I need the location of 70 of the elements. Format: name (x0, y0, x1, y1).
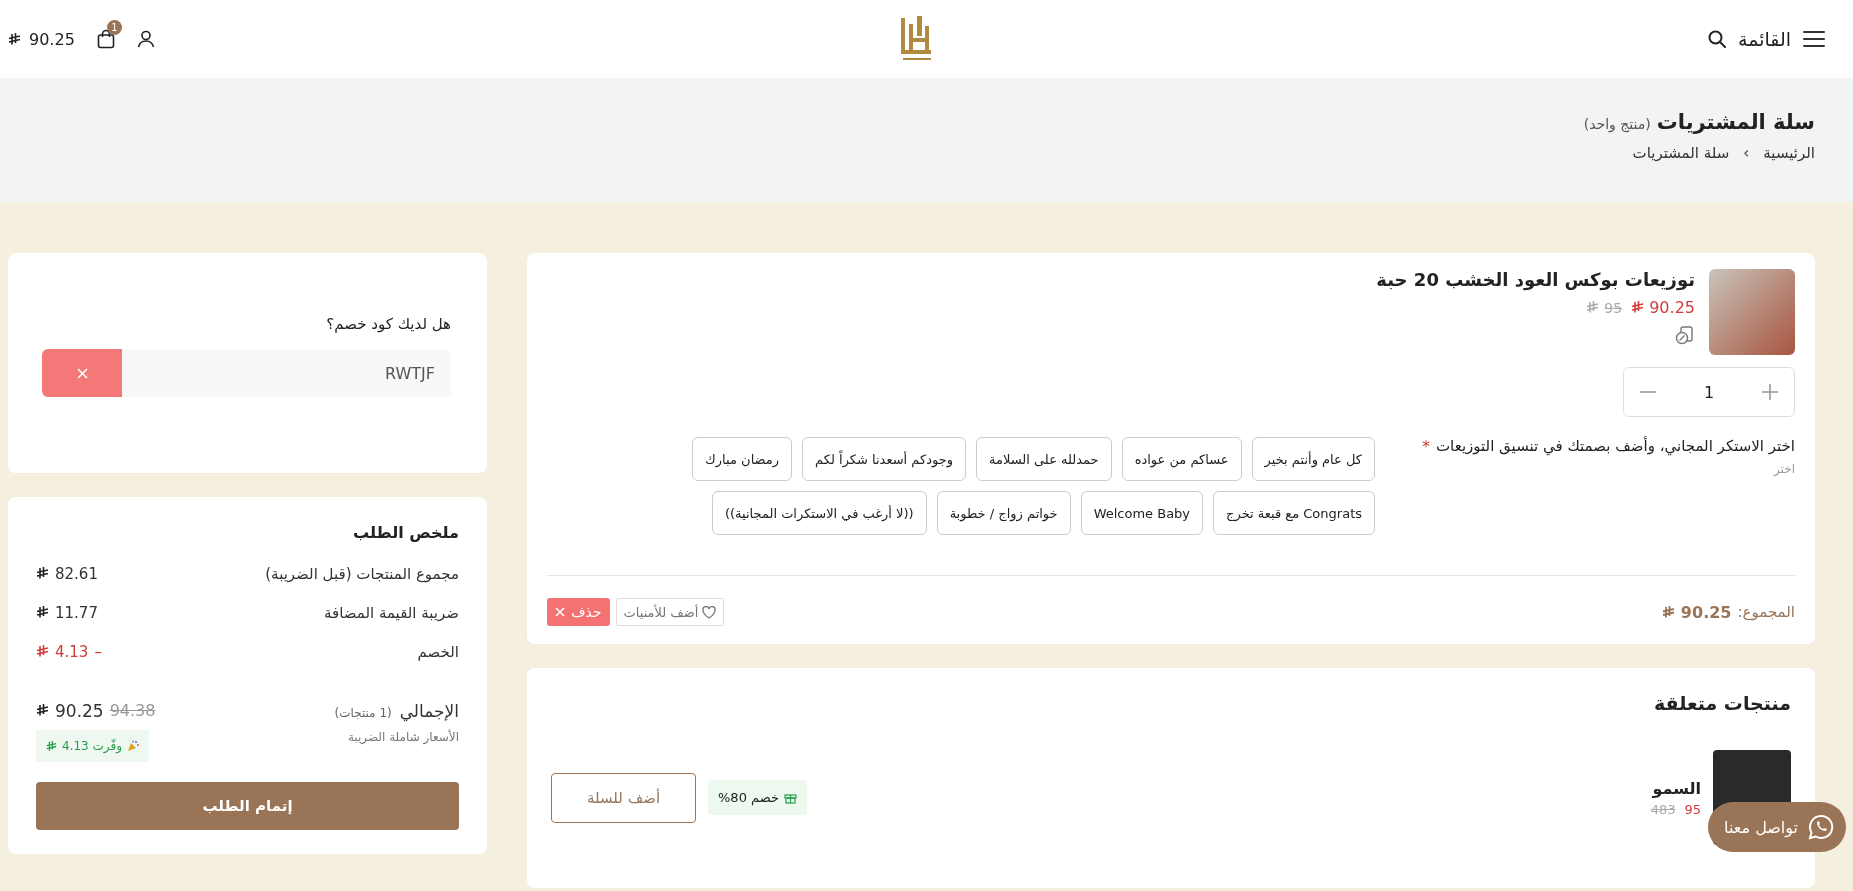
riyal-icon (36, 704, 49, 717)
original-total: 94.38 (109, 701, 156, 720)
summary-value: 4.13 (55, 642, 89, 661)
grand-total-label: الإجمالي (399, 700, 459, 721)
option-label: اختر الاستكر المجاني، وأضف بصمتك في تنسيق التوزيعات (1435, 437, 1795, 456)
coupon-label: هل لديك كود خصم؟ (325, 315, 451, 333)
menu-icon[interactable] (1803, 30, 1825, 48)
breadcrumb-link[interactable]: الرئيسية (1763, 144, 1815, 162)
original-price: 483 (1650, 801, 1676, 817)
chat-bubble-icon (1808, 814, 1834, 840)
riyal-icon (46, 740, 57, 752)
item-total-value: 90.25 (1680, 602, 1732, 622)
discount-tag-icon (1675, 325, 1695, 345)
riyal-icon (8, 32, 21, 46)
sale-price: 90.25 (1649, 298, 1695, 317)
tax-note: الأسعار شاملة الضريبة (347, 730, 459, 744)
option-hint: اختر (1772, 462, 1795, 476)
product-name[interactable]: السمو (1650, 778, 1701, 798)
sticker-option[interactable]: خواتم زواج / خطوبة (936, 491, 1071, 535)
riyal-icon (36, 645, 49, 658)
add-to-wishlist-button[interactable]: أضف للأمنيات (615, 598, 725, 626)
summary-label: مجموع المنتجات (قبل الضريبة) (265, 564, 459, 583)
menu-label[interactable]: القائمة (1738, 28, 1791, 50)
related-products-title: منتجات متعلقة (1653, 692, 1791, 714)
close-icon (76, 367, 88, 379)
riyal-icon (1586, 301, 1600, 314)
gift-icon (784, 791, 797, 804)
summary-value: 11.77 (55, 603, 98, 622)
coupon-input[interactable]: RWTJF (122, 349, 451, 397)
cart-count-badge: 1 (106, 20, 122, 35)
product-count: (1 منتجات) (334, 705, 392, 720)
item-total-label: المجموع: (1737, 603, 1795, 621)
add-to-cart-button[interactable]: أضف للسلة (551, 772, 696, 823)
party-popper-icon (127, 740, 139, 752)
sticker-option[interactable]: رمضان مبارك (692, 437, 793, 481)
savings-badge: وفّرت 4.13 (36, 730, 149, 762)
sticker-option[interactable]: Congrats مع قبعة تخرج (1213, 491, 1375, 535)
breadcrumb-separator: › (1743, 144, 1750, 162)
search-icon[interactable] (1708, 30, 1727, 48)
riyal-icon (36, 567, 49, 580)
original-price: 95 (1604, 299, 1623, 316)
summary-label: الخصم (417, 642, 459, 661)
sticker-option[interactable]: عساكم من عواده (1121, 437, 1242, 481)
sale-price: 95 (1684, 801, 1701, 817)
required-asterisk: * (1421, 437, 1430, 456)
grand-total-value: 90.25 (55, 700, 104, 721)
sticker-option[interactable]: كل عام وأنتم بخير (1251, 437, 1375, 481)
summary-title: ملخص الطلب (352, 523, 459, 542)
riyal-icon (1631, 301, 1645, 314)
sticker-option[interactable]: حمدلله على السلامة (976, 437, 1112, 481)
user-icon[interactable] (136, 30, 155, 48)
summary-value: 82.61 (55, 564, 98, 583)
breadcrumb-link[interactable]: سلة المشتريات (1632, 144, 1730, 162)
sticker-option[interactable]: ((لا أرغب في الاستكرات المجانية)) (711, 491, 927, 535)
product-name[interactable]: توزيعات بوكس العود الخشب 20 حبة (1376, 269, 1695, 290)
heart-icon (702, 605, 717, 619)
page-title: سلة المشتريات (1656, 110, 1815, 134)
summary-label: ضريبة القيمة المضافة (323, 603, 459, 622)
item-count-subtitle: (منتج واحد) (1583, 116, 1651, 132)
quantity-value: 1 (1703, 382, 1715, 402)
close-icon (555, 607, 565, 617)
discount-badge: خصم 80% (708, 780, 807, 815)
checkout-button[interactable]: إتمام الطلب (36, 782, 459, 830)
riyal-icon (36, 606, 49, 619)
minus-sign: – (94, 642, 102, 661)
cart-total: 90.25 (29, 29, 75, 49)
contact-us-button[interactable]: تواصل معنا (1708, 802, 1846, 852)
riyal-icon (1661, 605, 1675, 619)
sticker-option[interactable]: Welcome Baby (1080, 491, 1204, 535)
sticker-option[interactable]: وجودكم أسعدنا شكراً لكم (802, 437, 966, 481)
